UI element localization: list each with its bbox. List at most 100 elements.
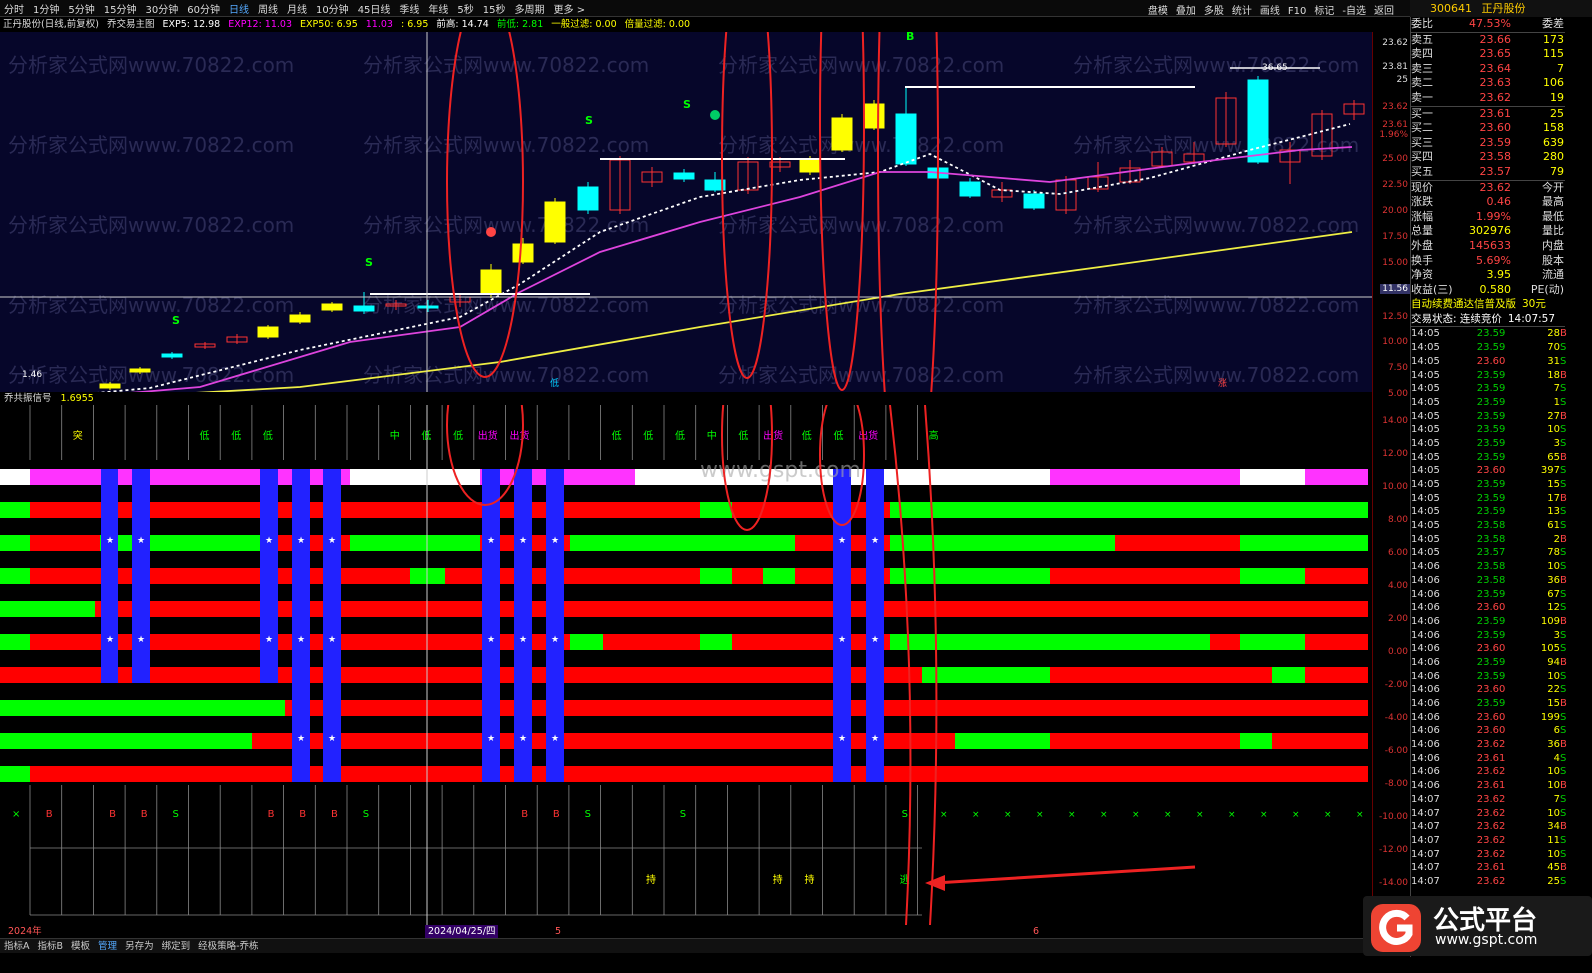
period-tab-1[interactable]: 1分钟 <box>33 1 59 16</box>
main-candlestick-chart[interactable]: 分析家公式网www.70822.com 分析家公式网www.70822.com 分析… <box>0 0 1380 533</box>
indicator-tab-6[interactable]: 经极策略-乔栋 <box>198 941 258 952</box>
price-tick: 23.62 <box>1382 102 1408 112</box>
ask-list: 卖五 23.66 173 卖四 23.65 115 卖三 23.64 7 卖二 23.63 106 卖一… <box>1411 31 1565 106</box>
sub-top-label: 突 <box>73 429 83 442</box>
red-arrow <box>934 865 1196 885</box>
period-tab-2[interactable]: 5分钟 <box>68 1 94 16</box>
bid-4-vol: 79 <box>1550 164 1564 178</box>
bid-4-label: 买五 <box>1411 164 1433 178</box>
indicator-tab-5[interactable]: 绑定到 <box>162 941 191 952</box>
tick-time: 14:06 <box>1411 588 1440 600</box>
indicator-name[interactable]: 乔交易主图 <box>107 19 155 30</box>
tick-dir: S <box>1560 725 1567 737</box>
blue-column <box>101 469 118 683</box>
indicator-tab-1[interactable]: 指标B <box>38 941 64 952</box>
indicator-tabs: 指标A 指标B 模板 管理 另存为 绑定到 经极策略-乔栋 <box>0 938 1380 953</box>
stat-2-label: 涨幅 <box>1411 209 1433 223</box>
stat-7-label: 收益(三) <box>1411 282 1453 296</box>
toolbar-btn-2[interactable]: 多股 <box>1204 6 1224 16</box>
period-tab-10[interactable]: 45日线 <box>358 1 391 16</box>
tick-time: 14:07 <box>1411 793 1440 805</box>
tick-dir: S <box>1560 424 1567 436</box>
sub-tick: -12.00 <box>1378 845 1408 855</box>
watermark-text: 分析家公式网www.70822.com <box>363 53 649 77</box>
notice-text[interactable]: 自动续费通达信普及版 <box>1411 297 1516 312</box>
ask-4-vol: 19 <box>1550 90 1564 104</box>
period-tab-8[interactable]: 月线 <box>287 1 307 16</box>
tick-row: 14:06 23.60 12 S <box>1411 601 1566 615</box>
tick-dir: S <box>1560 752 1567 764</box>
price-tick: 23.62 <box>1382 38 1408 48</box>
period-tab-4[interactable]: 30分钟 <box>145 1 178 16</box>
tick-row: 14:05 23.60 397 S <box>1411 464 1566 478</box>
toolbar-btn-3[interactable]: 统计 <box>1232 6 1252 16</box>
period-tab-7[interactable]: 周线 <box>258 1 278 16</box>
tick-dir: S <box>1560 766 1567 778</box>
red-arrow-head <box>925 875 945 891</box>
price-tick: 10.00 <box>1382 337 1408 347</box>
sub-tick: 8.00 <box>1387 515 1408 525</box>
period-tab-13[interactable]: 5秒 <box>457 1 473 16</box>
tick-price: 23.62 <box>1476 766 1506 778</box>
hold-label: 持 <box>773 873 783 886</box>
toolbar-btn-0[interactable]: 盘模 <box>1148 6 1168 16</box>
candle-body <box>289 314 311 323</box>
tick-row: 14:06 23.58 36 B <box>1411 574 1567 588</box>
period-tab-15[interactable]: 多周期 <box>515 1 545 16</box>
price-tick: 25 <box>1396 75 1408 85</box>
tick-price: 23.59 <box>1476 615 1506 627</box>
x-mark-icon: × <box>1260 810 1268 820</box>
indicator-tab-0[interactable]: 指标A <box>4 941 30 952</box>
sub-top-label: 低 <box>675 429 685 442</box>
bid-1: 买二 23.60 158 <box>1411 121 1565 136</box>
stat-5: 换手 5.69% 股本 <box>1411 254 1565 269</box>
toolbar-btn-7[interactable]: -自选 <box>1342 6 1366 16</box>
bid-1-price: 23.60 <box>1479 121 1512 135</box>
period-tab-16[interactable]: 更多 > <box>554 1 586 16</box>
period-tab-12[interactable]: 年线 <box>428 1 448 16</box>
tick-row: 14:06 23.59 94 B <box>1411 656 1567 670</box>
tick-dir: B <box>1560 328 1567 340</box>
period-tab-3[interactable]: 15分钟 <box>104 1 137 16</box>
period-tab-14[interactable]: 15秒 <box>483 1 506 16</box>
sub-top-label: 低 <box>231 429 241 442</box>
tick-vol: 10 <box>1547 780 1561 792</box>
indicator-tab-4[interactable]: 另存为 <box>125 941 154 952</box>
trade-time: 14:07:57 <box>1507 312 1556 325</box>
webi-value: 47.53% <box>1469 17 1511 30</box>
tick-price: 23.59 <box>1476 629 1506 641</box>
sub-tick: -4.00 <box>1384 713 1408 723</box>
notice-row[interactable]: 自动续费通达信普及版 30元 <box>1411 297 1565 312</box>
star-icon: ★ <box>297 635 305 645</box>
period-tab-5[interactable]: 60分钟 <box>187 1 220 16</box>
gspt-logo: 公式平台 www.gspt.com <box>1363 896 1592 956</box>
period-tab-6[interactable]: 日线 <box>229 1 249 16</box>
signal-bar <box>1115 535 1240 551</box>
period-tab-9[interactable]: 10分钟 <box>316 1 349 16</box>
toolbar-btn-6[interactable]: 标记 <box>1314 6 1334 16</box>
top-high-label: 36.65 <box>1262 63 1288 73</box>
toolbar-btn-4[interactable]: 画线 <box>1260 6 1280 16</box>
signal-bar <box>1050 469 1240 485</box>
signal-bar <box>1050 667 1272 683</box>
watermark-text: 分析家公式网www.70822.com <box>718 133 1004 157</box>
x-mark-icon: × <box>972 810 980 820</box>
tick-price: 23.59 <box>1476 437 1506 449</box>
tick-time: 14:05 <box>1411 437 1440 449</box>
toolbar-btn-5[interactable]: F10 <box>1288 6 1306 16</box>
tick-row: 14:06 23.60 199 S <box>1411 711 1566 725</box>
candle-body <box>673 172 695 180</box>
toolbar-btn-1[interactable]: 叠加 <box>1176 6 1196 16</box>
tick-vol: 199 <box>1540 711 1561 723</box>
resonance-signal-chart[interactable]: 突低低低中低低出货 出货低低低中低出货低低出货高 ★ ★ ★ ★ ★ ★ ★ ★ ★ ★ ★ ★ ★ ★ ★ ★ ★… <box>0 339 1380 926</box>
indicator-tab-3[interactable]: 管理 <box>98 941 117 952</box>
indicator-tab-2[interactable]: 模板 <box>71 941 90 952</box>
exp12-value: EXP12: 11.03 <box>228 19 292 30</box>
period-tab-11[interactable]: 季线 <box>399 1 419 16</box>
toolbar-btn-8[interactable]: 返回 <box>1374 6 1394 16</box>
x-mark-icon: × <box>1324 810 1332 820</box>
tick-time: 14:06 <box>1411 615 1440 627</box>
period-tab-0[interactable]: 分时 <box>4 1 24 16</box>
ask-2-price: 23.64 <box>1479 61 1512 75</box>
bid-4-price: 23.57 <box>1479 164 1512 178</box>
